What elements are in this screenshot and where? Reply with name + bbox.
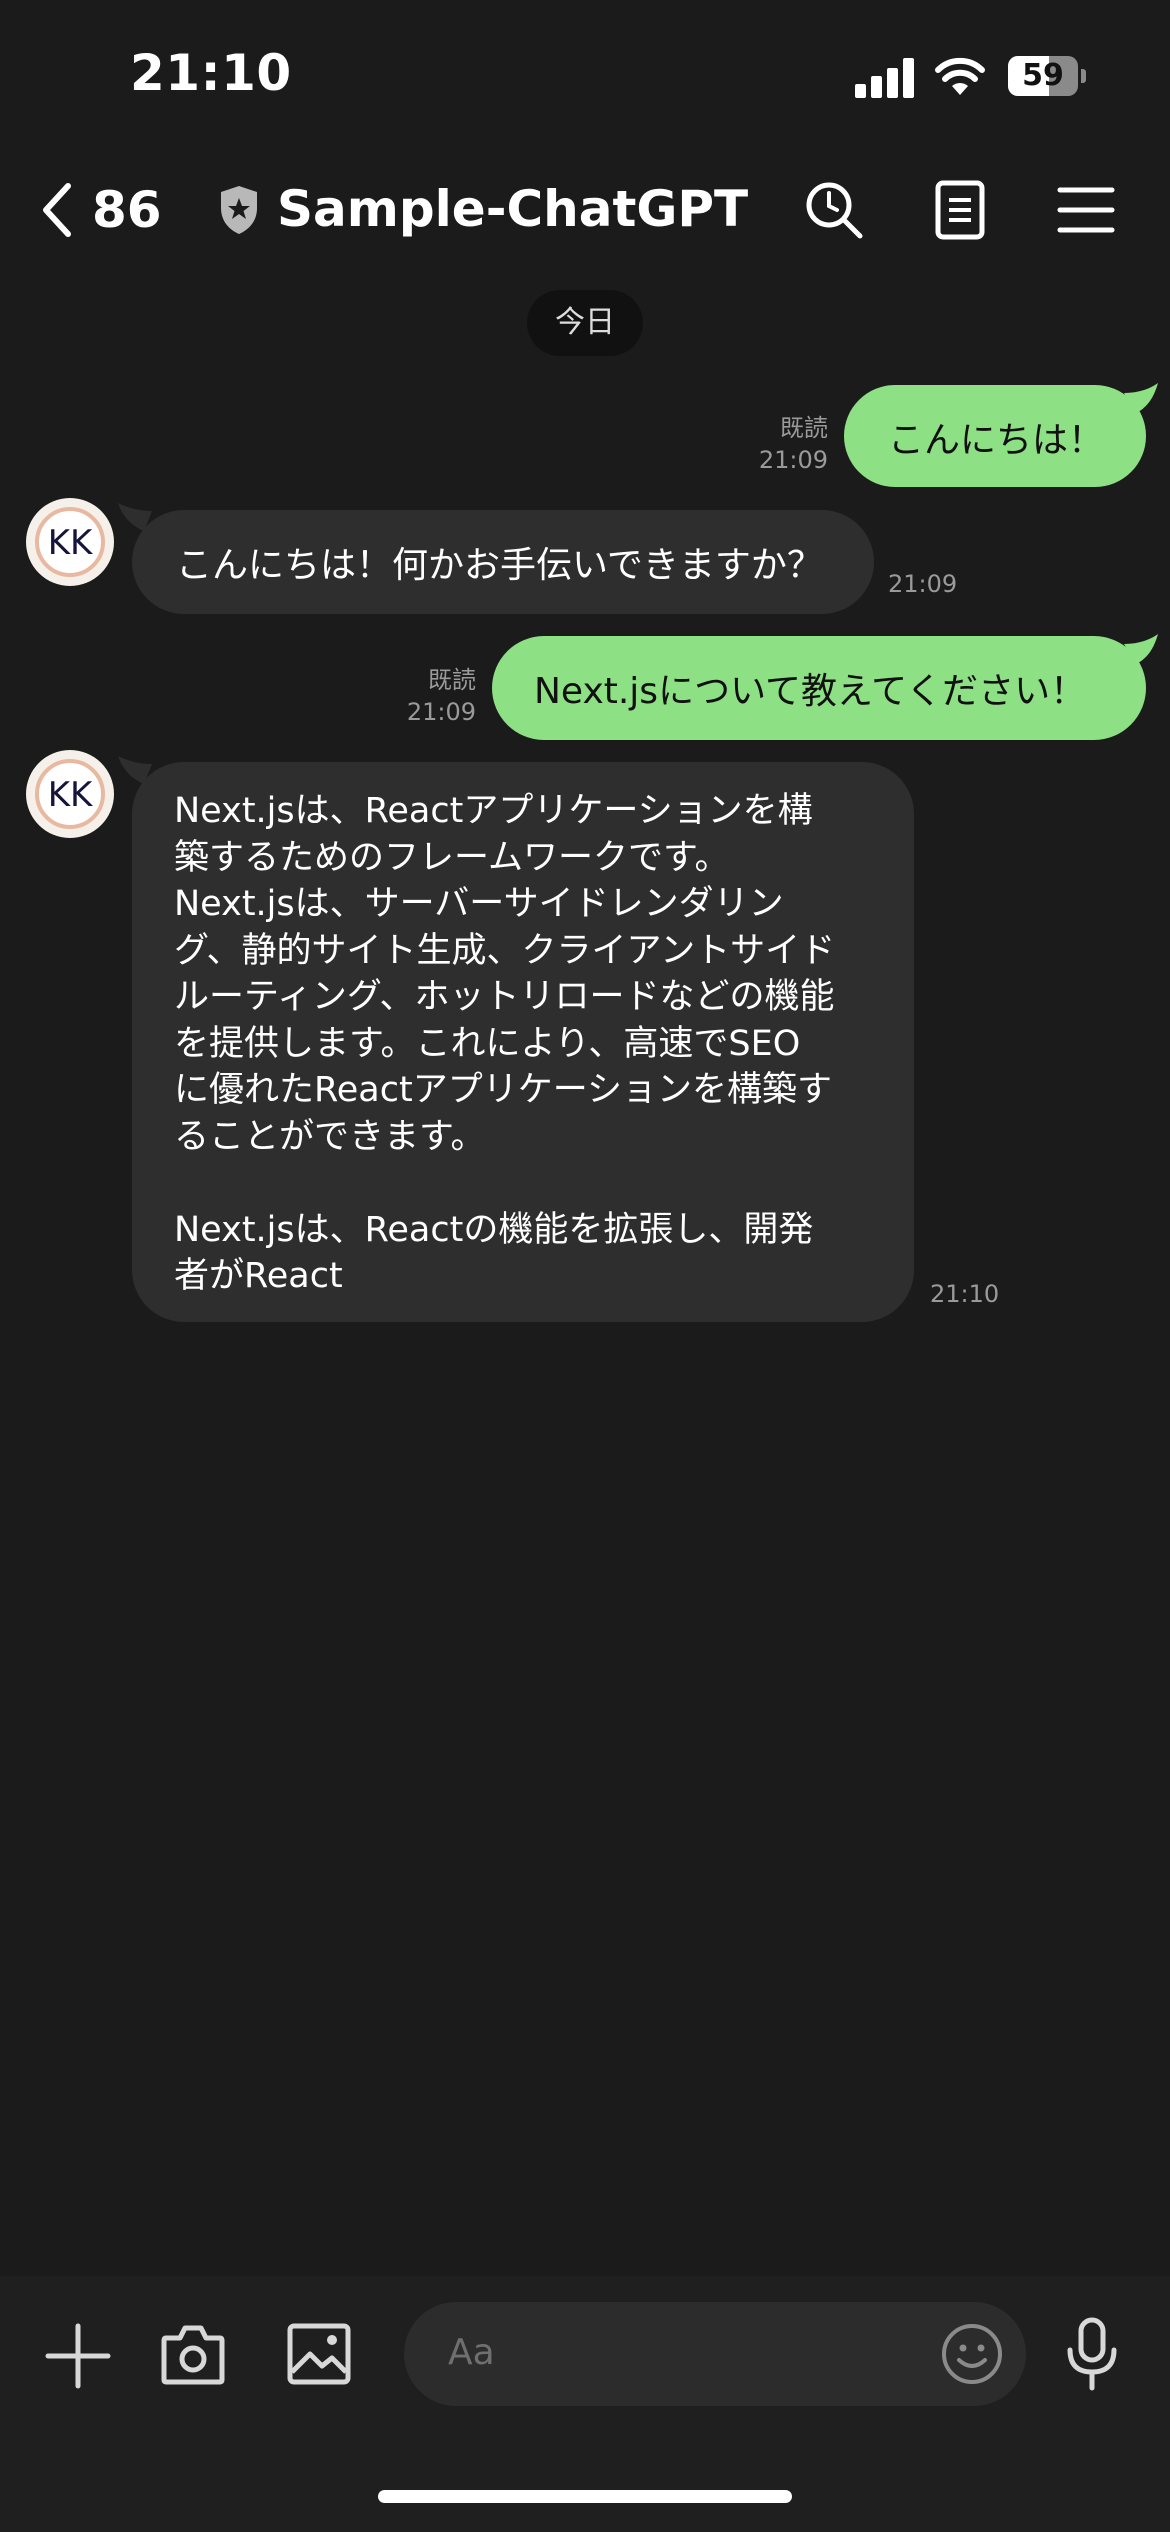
- message-time: 21:09: [758, 446, 828, 474]
- wifi-icon: [935, 57, 985, 95]
- message-text: Next.jsについて教えてください！: [534, 671, 1087, 712]
- menu-icon[interactable]: [1054, 178, 1118, 242]
- bubble-tail: [1124, 634, 1158, 664]
- message-meta: 既読 21:09: [700, 412, 828, 476]
- message-input-placeholder: Aa: [448, 2332, 495, 2373]
- message-bubble-incoming[interactable]: Next.jsは、Reactアプリケーションを構 築するためのフレームワークです…: [132, 762, 914, 1322]
- cellular-signal-icon: [855, 58, 915, 98]
- chat-title: Sample-ChatGPT: [277, 180, 749, 238]
- avatar-logo-icon: KK: [35, 759, 105, 829]
- battery-percent: 59: [1022, 58, 1064, 93]
- emoji-icon[interactable]: [940, 2322, 1004, 2386]
- avatar[interactable]: KK: [26, 750, 114, 838]
- message-input[interactable]: [404, 2302, 1026, 2406]
- read-receipt: 既読: [428, 666, 476, 694]
- back-button[interactable]: 86: [38, 180, 162, 240]
- date-separator: 今日: [527, 290, 643, 356]
- battery-icon: 59: [1008, 56, 1086, 96]
- plus-icon[interactable]: [44, 2322, 112, 2390]
- message-time: 21:10: [930, 1280, 1000, 1308]
- avatar[interactable]: KK: [26, 498, 114, 586]
- chat-header: 86 Sample-ChatGPT: [0, 160, 1170, 260]
- avatar-text: KK: [48, 775, 94, 815]
- unread-count: 86: [92, 181, 162, 239]
- message-text: こんにちは！: [888, 420, 1105, 461]
- bubble-tail: [1124, 383, 1158, 413]
- status-time: 21:10: [130, 44, 292, 102]
- message-text: こんにちは！何かお手伝いできますか？: [176, 545, 823, 586]
- notes-icon[interactable]: [928, 178, 992, 242]
- search-icon[interactable]: [802, 178, 866, 242]
- microphone-icon[interactable]: [1064, 2316, 1120, 2392]
- image-icon[interactable]: [286, 2322, 352, 2386]
- chevron-left-icon: [43, 183, 71, 237]
- camera-icon[interactable]: [160, 2322, 226, 2386]
- message-time: 21:09: [406, 698, 476, 726]
- message-bubble-incoming[interactable]: こんにちは！何かお手伝いできますか？: [132, 510, 874, 614]
- status-bar: 21:10 59: [0, 0, 1170, 150]
- shield-icon: [221, 186, 257, 234]
- message-bubble-outgoing[interactable]: こんにちは！: [844, 385, 1146, 487]
- read-receipt: 既読: [780, 414, 828, 442]
- avatar-logo-icon: KK: [35, 507, 105, 577]
- message-text: Next.jsは、Reactアプリケーションを構 築するためのフレームワークです…: [174, 791, 836, 1296]
- message-meta: 既読 21:09: [340, 664, 476, 728]
- avatar-text: KK: [48, 523, 94, 563]
- message-time: 21:09: [888, 570, 958, 598]
- message-bubble-outgoing[interactable]: Next.jsについて教えてください！: [492, 636, 1146, 740]
- home-indicator: [378, 2490, 792, 2503]
